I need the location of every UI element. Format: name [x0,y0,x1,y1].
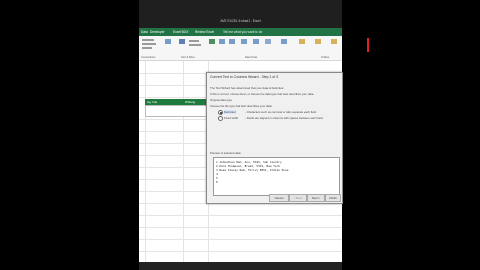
ribbon-tabs: Data Developer Excel BOX Review Excel Te… [139,28,342,36]
tab-developer[interactable]: Developer [150,30,165,34]
tab-review-excel[interactable]: Review Excel [195,30,214,34]
dialog-intro-line2: If this is correct, choose Next, or choo… [210,92,315,96]
preview-line: 3 Rose Stacey Ram, Thrivy 8051, Indian P… [216,168,289,172]
clear-button[interactable] [189,40,199,42]
preview-line: 6 [216,180,218,184]
group-icon[interactable] [299,39,305,44]
left-letterbox [0,0,139,270]
what-if-icon[interactable] [281,39,287,44]
ungroup-icon[interactable] [315,39,321,44]
text-to-columns-dialog: Convert Text to Columns Wizard - Step 1 … [206,72,343,204]
grid-line [139,239,342,240]
edit-links-button[interactable] [142,47,152,49]
finish-button[interactable]: Finish [325,194,341,202]
group-label-outline: Outline [321,56,330,59]
window-title: AVE EXCEL 6 nbsd1 - Excel [220,19,261,23]
selected-range[interactable] [145,105,210,117]
grid-line [139,227,342,228]
radio-fixed-width[interactable] [218,116,223,121]
text-to-columns-icon[interactable] [209,39,215,44]
data-validation-icon[interactable] [241,39,247,44]
right-letterbox [342,0,480,270]
group-label-sort-filter: Sort & Filter [181,56,195,59]
relationships-icon[interactable] [265,39,271,44]
consolidate-icon[interactable] [253,39,259,44]
group-label-data-tools: Data Tools [245,56,258,59]
tab-data[interactable]: Data [141,30,148,34]
tab-excel-box[interactable]: Excel BOX [173,30,188,34]
choose-label: Choose the file type that best describes… [210,104,273,108]
cancel-button[interactable]: Cancel [269,194,289,202]
red-arrow-annotation [367,38,369,52]
ribbon-body: Connections Sort & Filter Data Tools Out… [139,36,342,61]
back-button[interactable]: < Back [289,194,307,202]
sheet-tabs-bar[interactable] [139,262,342,270]
section-heading: Original data type [210,98,232,102]
dialog-title: Convert Text to Columns Wizard - Step 1 … [210,75,278,79]
properties-button[interactable] [142,43,156,45]
grid-line [183,61,184,270]
connections-button[interactable] [142,39,154,41]
grid-line [139,251,342,252]
title-bar: AVE EXCEL 6 nbsd1 - Excel [139,0,342,28]
delimited-description: - Characters such as commas or tabs sepa… [245,110,317,114]
remove-duplicates-icon[interactable] [229,39,235,44]
fixed-width-description: - Fields are aligned in columns with spa… [245,116,324,120]
dialog-intro-line1: The Text Wizard has determined that your… [210,86,285,90]
flash-fill-icon[interactable] [219,39,225,44]
grid-line [139,215,342,216]
reapply-button[interactable] [189,44,201,46]
radio-delimited[interactable] [218,110,223,115]
group-label-connections: Connections [141,56,156,59]
delimited-label[interactable]: Delimited [224,110,236,114]
filter-icon[interactable] [179,39,185,44]
grid-line [145,61,146,270]
sort-icon[interactable] [165,39,171,44]
data-preview[interactable]: 1 Johnathan Ram, Anu, 5345, Sah Country … [213,157,340,196]
subtotal-icon[interactable] [331,39,337,44]
tell-me-box[interactable]: Tell me what you want to do [223,30,262,34]
fixed-width-label[interactable]: Fixed width [224,116,238,120]
next-button[interactable]: Next > [307,194,325,202]
preview-label: Preview of selected data: [210,151,242,155]
